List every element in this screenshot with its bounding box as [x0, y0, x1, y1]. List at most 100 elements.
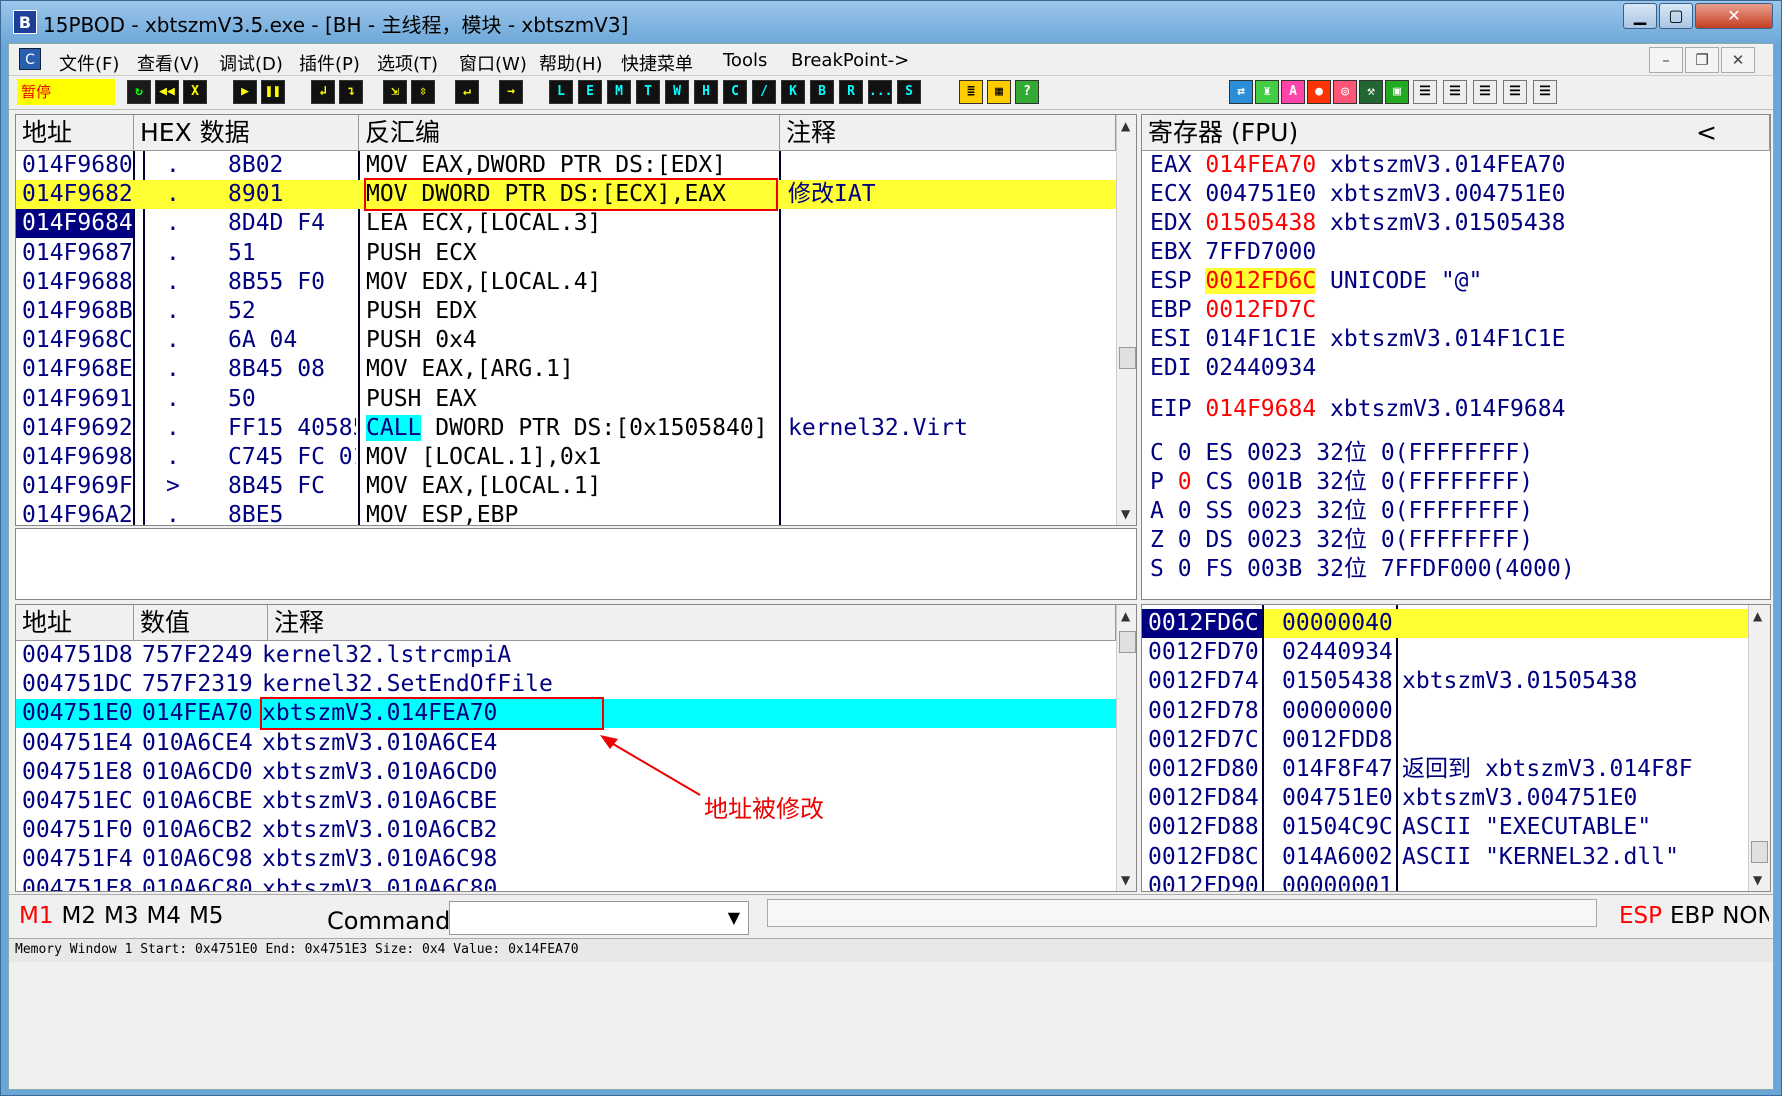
register-row[interactable]: EBP 0012FD7C [1150, 296, 1316, 325]
plugin-window-icon[interactable]: ▣ [1385, 80, 1409, 104]
command-input[interactable]: ▼ [449, 901, 749, 935]
flag-row[interactable]: A 0 SS 0023 32位 0(FFFFFFFF) [1150, 497, 1533, 526]
minimize-button[interactable]: ▁ [1623, 3, 1657, 29]
dump-row[interactable]: 004751F8 010A6C80 xbtszmV3.010A6C80 [16, 875, 1116, 891]
flag-row[interactable]: C 0 ES 0023 32位 0(FFFFFFFF) [1150, 439, 1533, 468]
mdi-close-button[interactable]: ✕ [1721, 47, 1755, 73]
window-shortcut-button[interactable]: R [839, 80, 863, 104]
window-shortcut-button[interactable]: L [549, 80, 573, 104]
disasm-row[interactable]: 014F9691. 50 PUSH EAX [16, 385, 1116, 414]
window-shortcut-button[interactable]: ... [868, 80, 892, 104]
menu-item[interactable]: 快捷菜单 [621, 50, 693, 76]
rewind-icon[interactable]: ◀◀ [155, 80, 179, 104]
flag-row[interactable]: P 0 CS 001B 32位 0(FFFFFFFF) [1150, 468, 1533, 497]
trace-over-icon[interactable]: ⇳ [411, 80, 435, 104]
dump-header-address[interactable]: 地址 [16, 605, 134, 641]
register-row[interactable]: EBX 7FFD7000 [1150, 238, 1316, 267]
register-value[interactable]: 014F9684 [1205, 396, 1316, 422]
help-icon[interactable]: ? [1015, 80, 1039, 104]
register-row[interactable]: ECX 004751E0 xbtszmV3.004751E0 [1150, 180, 1565, 209]
run-icon[interactable]: ▶ [233, 80, 257, 104]
mdi-child-icon[interactable]: C [19, 48, 41, 70]
stack-row[interactable]: 0012FD84 004751E0 xbtszmV3.004751E0 [1142, 784, 1748, 813]
dump-row[interactable]: 004751E8 010A6CD0 xbtszmV3.010A6CD0 [16, 758, 1116, 787]
list-icon-4[interactable]: ☰ [1503, 80, 1527, 104]
register-value[interactable]: 014F1C1E [1205, 326, 1316, 352]
register-row[interactable]: EDI 02440934 [1150, 354, 1316, 383]
record-icon[interactable]: ● [1307, 80, 1331, 104]
step-over-icon[interactable]: ↴ [339, 80, 363, 104]
step-into-icon[interactable]: ↲ [311, 80, 335, 104]
register-row[interactable]: EDX 01505438 xbtszmV3.01505438 [1150, 209, 1565, 238]
stack-row[interactable]: 0012FD74 01505438 xbtszmV3.01505438 [1142, 667, 1748, 696]
stack-scrollbar[interactable]: ▲ ▼ [1748, 605, 1770, 891]
chevron-down-icon[interactable]: ▼ [728, 908, 740, 927]
disasm-row[interactable]: 014F968E. 8B45 08 MOV EAX,[ARG.1] [16, 355, 1116, 384]
menu-item[interactable]: 插件(P) [299, 50, 360, 76]
menu-item[interactable]: 选项(T) [377, 50, 438, 76]
scroll-up-icon[interactable]: ▲ [1121, 609, 1130, 623]
scroll-down-icon[interactable]: ▼ [1121, 873, 1130, 887]
list-icon-5[interactable]: ☰ [1533, 80, 1557, 104]
registers-pane[interactable]: 寄存器 (FPU) < EAX 014FEA70 xbtszmV3.014FEA… [1141, 114, 1771, 600]
list-icon-3[interactable]: ☰ [1473, 80, 1497, 104]
plugin-tools-icon[interactable]: ⚒ [1359, 80, 1383, 104]
register-row[interactable]: EAX 014FEA70 xbtszmV3.014FEA70 [1150, 151, 1565, 180]
list-icon-1[interactable]: ☰ [1413, 80, 1437, 104]
disasm-row[interactable]: 014F9680. 8B02 MOV EAX,DWORD PTR DS:[EDX] [16, 151, 1116, 180]
disasm-header-hex[interactable]: HEX 数据 [134, 115, 359, 151]
window-shortcut-button[interactable]: M [607, 80, 631, 104]
disasm-header-address[interactable]: 地址 [16, 115, 134, 151]
memory-window-button[interactable]: M5 [189, 903, 223, 929]
flag-value[interactable]: 0 [1178, 556, 1192, 582]
stack-row[interactable]: 0012FD6C 00000040 [1142, 609, 1748, 638]
menu-item[interactable]: 帮助(H) [539, 50, 603, 76]
disasm-row[interactable]: 014F9684. 8D4D F4 LEA ECX,[LOCAL.3] [16, 209, 1116, 239]
mdi-minimize-button[interactable]: – [1649, 47, 1683, 73]
mdi-restore-button[interactable]: ❐ [1685, 47, 1719, 73]
window-shortcut-button[interactable]: T [636, 80, 660, 104]
window-shortcut-button[interactable]: K [781, 80, 805, 104]
refresh-plugin-icon[interactable]: ⇄ [1229, 80, 1253, 104]
register-row[interactable]: ESI 014F1C1E xbtszmV3.014F1C1E [1150, 325, 1565, 354]
menu-item[interactable]: 窗口(W) [459, 50, 527, 76]
menu-item[interactable]: Tools [723, 50, 767, 71]
dump-row[interactable]: 004751F4 010A6C98 xbtszmV3.010A6C98 [16, 845, 1116, 874]
window-shortcut-button[interactable]: W [665, 80, 689, 104]
list-icon-2[interactable]: ☰ [1443, 80, 1467, 104]
stack-row[interactable]: 0012FD78 00000000 [1142, 697, 1748, 726]
window-shortcut-button[interactable]: E [578, 80, 602, 104]
disasm-scrollbar[interactable]: ▲ ▼ [1116, 115, 1136, 525]
registers-header[interactable]: 寄存器 (FPU) < [1142, 115, 1770, 151]
memory-window-button[interactable]: M1 [19, 903, 53, 929]
scroll-down-icon[interactable]: ▼ [1121, 507, 1130, 521]
dump-row[interactable]: 004751EC 010A6CBE xbtszmV3.010A6CBE [16, 787, 1116, 816]
pause-icon[interactable]: ❚❚ [261, 80, 285, 104]
dump-row[interactable]: 004751D8 757F2249 kernel32.lstrcmpiA [16, 641, 1116, 670]
scroll-thumb[interactable] [1751, 841, 1768, 863]
disasm-row[interactable]: 014F96A2. 8BE5 MOV ESP,EBP [16, 501, 1116, 525]
collapse-icon[interactable]: < [1696, 115, 1717, 151]
register-row-eip[interactable]: EIP 014F9684 xbtszmV3.014F9684 [1150, 395, 1565, 424]
stack-row[interactable]: 0012FD88 01504C9C ASCII "EXECUTABLE" [1142, 813, 1748, 842]
stack-row[interactable]: 0012FD70 02440934 [1142, 638, 1748, 667]
stack-pane[interactable]: 0012FD6C 00000040 0012FD70 02440934 0012FD74… [1141, 604, 1771, 892]
dump-row[interactable]: 004751E0 014FEA70 xbtszmV3.014FEA70 [16, 697, 1116, 731]
disasm-row[interactable]: 014F9688. 8B55 F0 MOV EDX,[LOCAL.4] [16, 268, 1116, 297]
menu-item[interactable]: 文件(F) [59, 50, 119, 76]
stack-row[interactable]: 0012FD8C 014A6002 ASCII "KERNEL32.dll" [1142, 843, 1748, 872]
flag-value[interactable]: 0 [1178, 498, 1192, 524]
window-shortcut-button[interactable]: B [810, 80, 834, 104]
register-row[interactable]: ESP 0012FD6C UNICODE "@" [1150, 267, 1482, 296]
plugin-icon[interactable]: ♜ [1255, 80, 1279, 104]
window-shortcut-button[interactable]: H [694, 80, 718, 104]
menu-item[interactable]: 调试(D) [219, 50, 283, 76]
disasm-row[interactable]: 014F9687. 51 PUSH ECX [16, 239, 1116, 268]
scroll-thumb[interactable] [1119, 631, 1136, 653]
flag-value[interactable]: 0 [1178, 527, 1192, 553]
disasm-row[interactable]: 014F968B. 52 PUSH EDX [16, 297, 1116, 326]
options-icon[interactable]: ≣ [959, 80, 983, 104]
window-shortcut-button[interactable]: S [897, 80, 921, 104]
execute-till-return-icon[interactable]: ↵ [455, 80, 479, 104]
register-follow-button[interactable]: EBP [1670, 903, 1714, 929]
